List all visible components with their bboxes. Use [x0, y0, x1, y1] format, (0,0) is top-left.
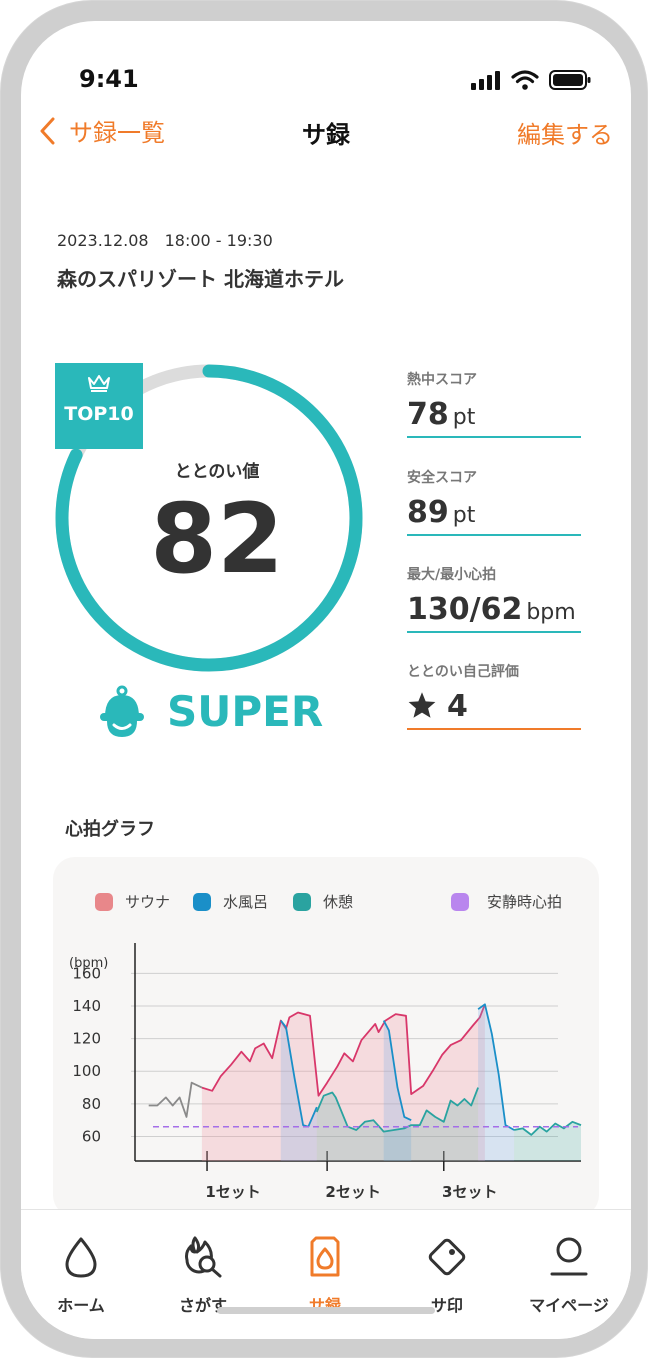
- tab-stamp[interactable]: サ印: [387, 1228, 507, 1316]
- edit-button[interactable]: 編集する: [517, 115, 613, 150]
- metric-value-row: 89 pt: [407, 495, 581, 536]
- metric-safety-score: 安全スコア 89 pt: [407, 467, 581, 536]
- metric-unit: bpm: [526, 600, 576, 625]
- tab-record[interactable]: サ録: [265, 1228, 385, 1316]
- cellular-signal-icon: [471, 71, 500, 90]
- x-tick-label: 3セット: [442, 1183, 497, 1201]
- metric-unit: pt: [452, 503, 476, 528]
- series-area: [478, 1004, 515, 1161]
- person-icon: [550, 1237, 588, 1276]
- tab-label: ホーム: [57, 1296, 105, 1315]
- fire-search-icon: [185, 1236, 222, 1278]
- wifi-icon: [511, 70, 539, 90]
- phone-frame: 9:41 サ録一覧 サ録 編集する 2023.12.08 18:00 - 19:…: [0, 0, 648, 1358]
- tab-search[interactable]: さがす: [143, 1228, 263, 1316]
- metric-heat-score: 熱中スコア 78 pt: [407, 369, 581, 438]
- home-indicator: [217, 1307, 435, 1314]
- score-value: 82: [150, 483, 284, 595]
- status-time: 9:41: [79, 65, 139, 93]
- series-line: [148, 1081, 203, 1118]
- top10-badge: TOP10: [55, 363, 143, 449]
- metric-value-row: 4: [407, 689, 581, 730]
- y-axis-label: (bpm): [69, 956, 108, 971]
- bottom-tab-bar: ホーム さがす サ録 サ印 マイページ: [21, 1209, 631, 1339]
- screen: 9:41 サ録一覧 サ録 編集する 2023.12.08 18:00 - 19:…: [21, 21, 631, 1339]
- metric-label: ととのい自己評価: [407, 664, 519, 680]
- tab-mypage[interactable]: マイページ: [509, 1228, 629, 1316]
- heart-rate-chart: 1601401201008060(bpm)1セット 2セット 3セット: [69, 943, 582, 1201]
- tab-label: マイページ: [529, 1296, 609, 1315]
- stamp-icon: [428, 1238, 466, 1276]
- venue-name: 森のスパリゾート 北海道ホテル: [57, 267, 344, 291]
- badge-label: TOP10: [64, 403, 134, 425]
- record-icon: [310, 1236, 340, 1277]
- rank-label: SUPER: [167, 686, 324, 736]
- series-area: [514, 1121, 581, 1161]
- drop-icon: [65, 1237, 97, 1278]
- score-label: ととのい値: [174, 462, 260, 482]
- metric-heart-rate: 最大/最小心拍 130/62 bpm: [407, 564, 581, 633]
- metric-label: 安全スコア: [407, 470, 477, 486]
- sauna-hat-icon: [100, 685, 144, 737]
- metric-value: 78: [407, 397, 449, 432]
- status-icons: [471, 69, 591, 91]
- metric-unit: pt: [452, 405, 476, 430]
- y-tick-label: 100: [72, 1062, 101, 1080]
- metric-value-row: 130/62 bpm: [407, 592, 581, 633]
- crown-icon: [88, 375, 110, 392]
- y-tick-label: 140: [72, 997, 101, 1015]
- metric-value-row: 78 pt: [407, 397, 581, 438]
- y-tick-label: 120: [72, 1030, 101, 1048]
- metric-label: 熱中スコア: [407, 372, 477, 388]
- metric-value: 4: [447, 689, 468, 724]
- metric-value: 89: [407, 495, 449, 530]
- session-date: 2023.12.08 18:00 - 19:30: [57, 231, 273, 250]
- y-tick-label: 80: [82, 1095, 101, 1113]
- battery-icon: [549, 70, 591, 90]
- tab-home[interactable]: ホーム: [21, 1228, 141, 1316]
- metric-self-rating: ととのい自己評価 4: [407, 661, 581, 730]
- y-tick-label: 60: [82, 1128, 101, 1146]
- x-tick-label: 1セット: [205, 1183, 260, 1201]
- star-icon: [408, 692, 436, 718]
- metric-label: 最大/最小心拍: [407, 567, 497, 583]
- metric-value: 130/62: [407, 592, 523, 627]
- heart-rate-chart-card: サウナ 水風呂 休憩 安静時心拍 160 140 120 100 80 60 (bpm) 1セ…: [53, 857, 599, 1217]
- x-tick-label: 2セット: [325, 1183, 380, 1201]
- rank-display: SUPER: [99, 685, 323, 737]
- graph-title: 心拍グラフ: [65, 819, 155, 840]
